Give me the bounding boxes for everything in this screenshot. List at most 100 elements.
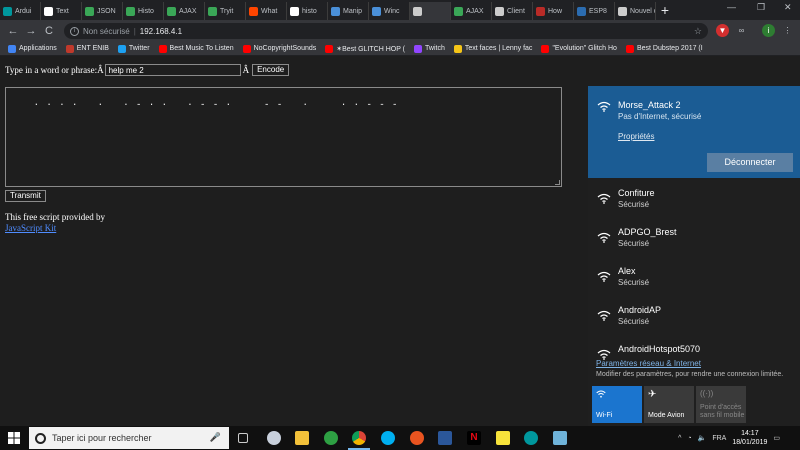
bookmark-item[interactable]: ✶Best GLITCH HOP ( [325, 44, 405, 53]
wifi-toggle[interactable]: Wi-Fi [592, 386, 642, 423]
language-indicator[interactable]: FRA [712, 435, 726, 442]
blue-app-icon[interactable] [553, 431, 567, 445]
youtube-icon [541, 44, 550, 53]
browser-tab[interactable]: Ardui [0, 2, 41, 20]
browser-tab[interactable]: Text [41, 2, 82, 20]
bookmark-label: "Evolution" Glitch Ho [552, 45, 617, 52]
arduino-app-icon[interactable] [524, 431, 538, 445]
word-input[interactable] [104, 64, 241, 76]
page-icon [618, 6, 627, 16]
bookmark-item[interactable]: Twitch [414, 44, 445, 53]
browser-tab[interactable]: Manip [328, 2, 369, 20]
browser-tab[interactable]: AJAX [164, 2, 205, 20]
wifi-signal-icon [597, 232, 611, 243]
properties-link[interactable]: Propriétés [618, 132, 654, 141]
skype-icon[interactable] [381, 431, 395, 445]
taskbar: Taper ici pour rechercher 🎤 N ^ ◔ 🔈 FRA … [0, 426, 800, 450]
encode-button[interactable]: Encode [252, 64, 290, 76]
browser-toolbar: ← → C i Non sécurisé | 192.168.4.1 ☆ [0, 20, 800, 42]
tray-overflow-icon[interactable]: ^ [678, 435, 681, 442]
browser-tab[interactable]: Client [492, 2, 533, 20]
bookmark-item[interactable]: Best Dubstep 2017 (I [625, 44, 703, 53]
tab-label: Manip [343, 7, 363, 15]
tab-strip: Ardui Text JSON Histo AJAX Tryit What histo Mani… [0, 0, 800, 20]
browser-tab[interactable]: Winc [369, 2, 410, 20]
minimize-icon[interactable]: — [727, 2, 736, 12]
task-view-icon[interactable] [238, 433, 248, 443]
menu-kebab-icon[interactable]: ⋮ [781, 24, 794, 37]
tab-label: JSON [97, 7, 116, 15]
transmit-button[interactable]: Transmit [5, 190, 46, 202]
bookmark-item[interactable]: NoCopyrightSounds [242, 44, 316, 53]
extension-mask-icon[interactable]: ∞ [735, 24, 748, 37]
sticky-notes-icon[interactable] [496, 431, 510, 445]
reload-button[interactable]: C [40, 25, 58, 37]
network-status: Sécurisé [618, 278, 650, 287]
bookmark-item[interactable]: "Evolution" Glitch Ho [541, 44, 617, 53]
browser-tab[interactable]: What [246, 2, 287, 20]
bookmark-item[interactable]: Best Music To Listen [158, 44, 234, 53]
network-item[interactable]: AndroidAP Sécurisé [588, 301, 800, 339]
browser-tab[interactable]: How [533, 2, 574, 20]
page-icon [413, 6, 422, 16]
prompt-label: Type in a word or phrase:Â [5, 65, 104, 75]
extension-shield-icon[interactable]: ▼ [716, 24, 729, 37]
action-center-icon[interactable]: ▭ [773, 434, 780, 442]
paint-app-icon[interactable] [267, 431, 281, 445]
disconnect-button[interactable]: Déconnecter [707, 153, 793, 172]
microphone-icon[interactable]: 🎤 [210, 432, 221, 443]
taskbar-search-box[interactable]: Taper ici pour rechercher 🎤 [29, 427, 229, 449]
chrome-icon[interactable] [352, 431, 366, 445]
network-item[interactable]: ADPGO_Brest Sécurisé [588, 223, 800, 261]
netflix-icon[interactable]: N [467, 431, 481, 445]
network-item[interactable]: Confiture Sécurisé [588, 184, 800, 222]
tab-label: Ardui [15, 7, 32, 15]
mobile-hotspot-toggle[interactable]: ((·)) Point d'accès sans fil mobile [696, 386, 746, 423]
cortana-icon [35, 432, 46, 444]
info-icon[interactable]: i [70, 26, 79, 36]
network-status: Sécurisé [618, 239, 650, 248]
clock-time: 14:17 [741, 430, 759, 437]
browser-tab[interactable]: ESP8 [574, 2, 615, 20]
bookmark-label: Best Dubstep 2017 (I [636, 45, 703, 52]
browser-tab[interactable]: JSON [82, 2, 123, 20]
green-app-icon[interactable] [324, 431, 338, 445]
back-button[interactable]: ← [4, 25, 22, 37]
browser-tab[interactable]: Tryit [205, 2, 246, 20]
browser-tab[interactable]: AJAX [451, 2, 492, 20]
new-tab-button[interactable]: + [656, 2, 674, 20]
airplane-mode-toggle[interactable]: ✈ Mode Avion [644, 386, 694, 423]
address-bar[interactable]: i Non sécurisé | 192.168.4.1 ☆ [64, 23, 708, 39]
browser-tab[interactable] [410, 2, 451, 20]
bookmark-item[interactable]: Applications [8, 44, 57, 53]
browser-tab[interactable]: Nouvel o [615, 2, 656, 20]
browser-tab[interactable]: Histo [123, 2, 164, 20]
word-icon[interactable] [438, 431, 452, 445]
url-text[interactable]: 192.168.4.1 [140, 27, 182, 36]
volume-icon[interactable]: 🔈 [698, 434, 707, 442]
file-explorer-icon[interactable] [295, 431, 309, 445]
r-icon [577, 6, 586, 16]
network-tray-icon[interactable]: ◔ [687, 435, 691, 442]
ubuntu-icon[interactable] [410, 431, 424, 445]
maximize-icon[interactable]: ❐ [757, 2, 765, 13]
bookmark-item[interactable]: Text faces | Lenny fac [453, 44, 532, 53]
bookmark-item[interactable]: ENT ENIB [65, 44, 109, 53]
profile-avatar[interactable]: i [762, 24, 775, 37]
morse-output-textarea[interactable]: · · · · · · - · · · - - · - - · · · - - … [5, 87, 562, 187]
network-settings-link[interactable]: Paramètres réseau & Internet [596, 359, 701, 368]
windows-start-icon[interactable] [8, 432, 20, 444]
morse-output-text: · · · · · · - · · · - - · - - · · · - - … [33, 100, 399, 110]
site-icon [331, 6, 340, 16]
close-window-icon[interactable]: ✕ [784, 2, 792, 13]
clock[interactable]: 14:17 18/01/2019 [732, 429, 767, 447]
network-item[interactable]: Alex Sécurisé [588, 262, 800, 300]
credit-text: This free script provided by [5, 212, 105, 222]
browser-tab[interactable]: histo [287, 2, 328, 20]
forward-button[interactable]: → [22, 25, 40, 37]
bookmark-star-icon[interactable]: ☆ [694, 26, 702, 37]
javascript-kit-link[interactable]: JavaScript Kit [5, 223, 105, 234]
connected-network[interactable]: Morse_Attack 2 Pas d'Internet, sécurisé … [588, 86, 800, 178]
bookmark-item[interactable]: Twitter [117, 44, 150, 53]
resize-handle-icon[interactable] [555, 180, 560, 185]
